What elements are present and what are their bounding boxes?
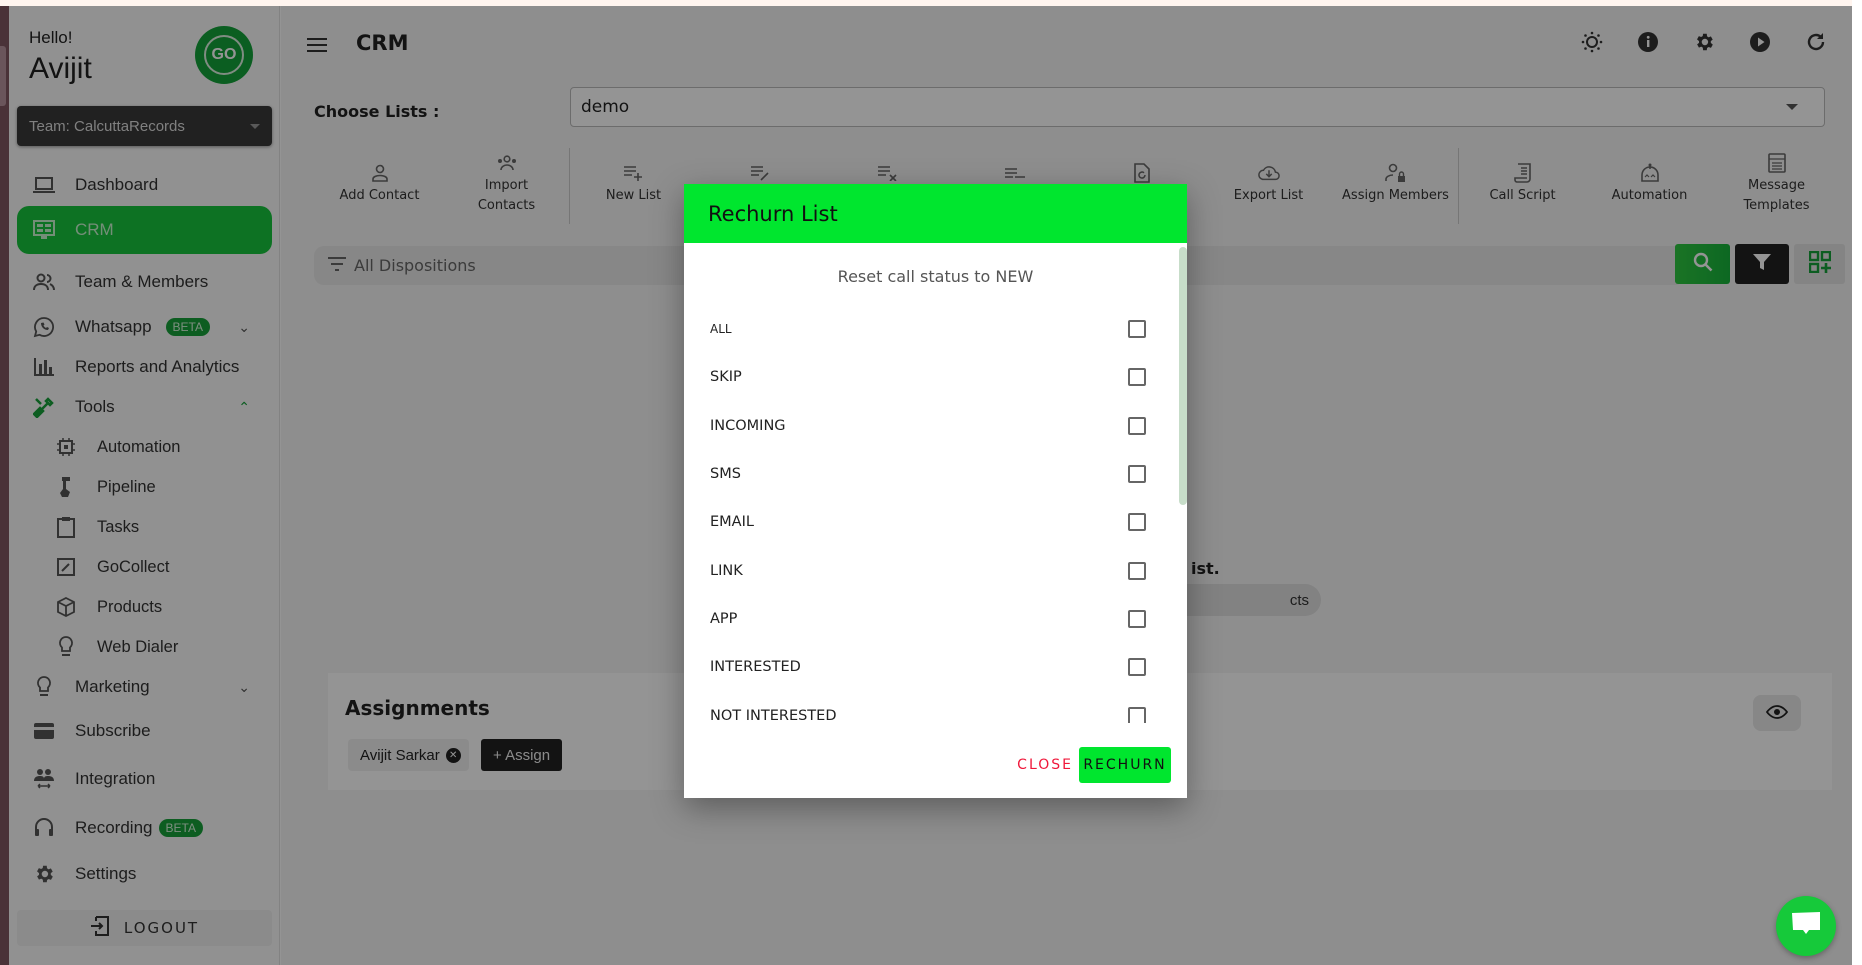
status-checkbox[interactable] [1128,561,1146,580]
status-option-row[interactable]: INCOMING [684,402,1187,450]
status-option-row[interactable]: APP [684,595,1187,643]
status-checkbox[interactable] [1128,658,1146,677]
app-window: Hello! Avijit GO Team: CalcuttaRecords D… [0,0,1852,965]
status-option-label: INCOMING [710,417,786,434]
status-checkbox[interactable] [1128,706,1146,723]
status-option-label: NOT INTERESTED [710,707,837,723]
rechurn-list-dialog: Rechurn List Reset call status to NEW AL… [684,184,1187,798]
status-checkbox[interactable] [1128,609,1146,628]
dialog-subtitle: Reset call status to NEW [837,267,1034,286]
status-option-row[interactable]: SKIP [684,353,1187,401]
chat-button[interactable] [1776,896,1836,956]
status-option-row[interactable]: SMS [684,450,1187,498]
dialog-header: Rechurn List [684,184,1187,243]
status-option-label: APP [710,610,738,627]
status-option-label: EMAIL [710,514,754,531]
left-edge-scrollbar [0,6,9,965]
status-option-label: LINK [710,562,743,579]
status-checkbox[interactable] [1128,320,1146,339]
status-checkbox[interactable] [1128,513,1146,532]
status-checkbox[interactable] [1128,416,1146,435]
status-option-row[interactable]: EMAIL [684,498,1187,546]
status-option-row[interactable]: INTERESTED [684,643,1187,691]
dialog-body: Reset call status to NEW ALL SKIP INCOMING… [684,243,1187,723]
status-option-row[interactable]: NOT INTERESTED [684,691,1187,723]
status-option-row[interactable]: LINK [684,546,1187,594]
close-button[interactable]: CLOSE [1017,747,1073,783]
status-option-label: ALL [710,322,732,337]
status-option-label: SKIP [710,369,742,386]
status-checkbox-list: ALL SKIP INCOMING SMS EMAIL LINK APP INTERESTED… [684,305,1187,723]
scrollbar-thumb[interactable] [1179,247,1187,505]
rechurn-button[interactable]: RECHURN [1079,747,1171,783]
scrollbar-thumb[interactable] [0,46,6,106]
dialog-scrollbar[interactable] [1177,243,1187,723]
status-checkbox[interactable] [1128,465,1146,484]
status-option-label: INTERESTED [710,659,801,676]
dialog-footer: CLOSE RECHURN [684,723,1187,798]
status-option-row[interactable]: ALL [684,305,1187,353]
chat-bubble-icon [1791,911,1821,941]
status-checkbox[interactable] [1128,368,1146,387]
dialog-title: Rechurn List [708,201,838,226]
status-option-label: SMS [710,466,741,483]
